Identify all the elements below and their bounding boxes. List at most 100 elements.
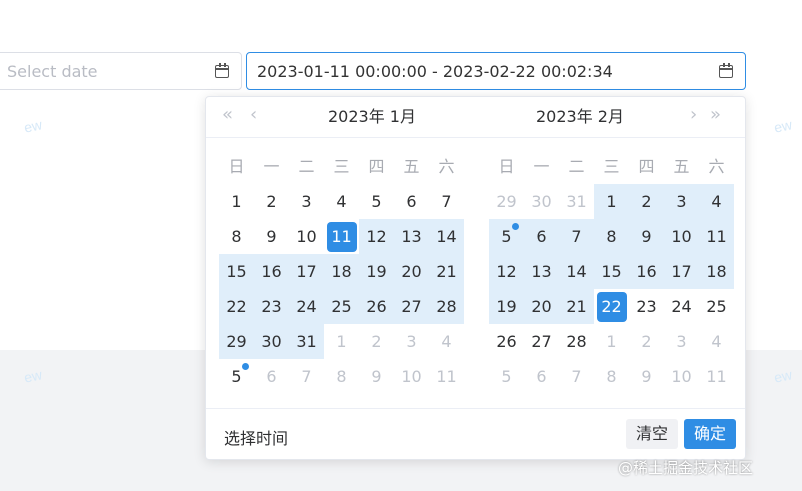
- day-cell[interactable]: 6: [524, 219, 559, 254]
- day-cell[interactable]: 27: [394, 289, 429, 324]
- day-cell[interactable]: 10: [664, 359, 699, 394]
- day-cell[interactable]: 6: [524, 359, 559, 394]
- day-cell[interactable]: 22: [219, 289, 254, 324]
- day-cell[interactable]: 10: [394, 359, 429, 394]
- credit-watermark: @稀土掘金技术社区: [618, 459, 754, 477]
- day-cell[interactable]: 11: [429, 359, 464, 394]
- day-cell[interactable]: 23: [254, 289, 289, 324]
- day-cell[interactable]: 16: [254, 254, 289, 289]
- confirm-button[interactable]: 确定: [684, 419, 736, 449]
- day-cell[interactable]: 29: [489, 184, 524, 219]
- day-cell[interactable]: 21: [559, 289, 594, 324]
- day-cell[interactable]: 3: [664, 324, 699, 359]
- day-cell[interactable]: 3: [394, 324, 429, 359]
- day-cell[interactable]: 3: [664, 184, 699, 219]
- day-cell[interactable]: 5: [219, 359, 254, 394]
- day-cell[interactable]: 1: [594, 184, 629, 219]
- day-cell[interactable]: 11: [699, 359, 734, 394]
- day-cell[interactable]: 11: [699, 219, 734, 254]
- day-cell[interactable]: 4: [324, 184, 359, 219]
- day-cell[interactable]: 18: [324, 254, 359, 289]
- day-cell[interactable]: 13: [394, 219, 429, 254]
- day-cell[interactable]: 20: [394, 254, 429, 289]
- day-cell[interactable]: 20: [524, 289, 559, 324]
- datetime-range-input[interactable]: 2023-01-11 00:00:00 - 2023-02-22 00:02:3…: [246, 52, 746, 90]
- day-cell[interactable]: 8: [594, 359, 629, 394]
- day-cell[interactable]: 30: [254, 324, 289, 359]
- day-cell[interactable]: 25: [324, 289, 359, 324]
- day-cell[interactable]: 31: [559, 184, 594, 219]
- day-cell[interactable]: 4: [699, 184, 734, 219]
- select-time-link[interactable]: 选择时间: [224, 425, 288, 449]
- day-cell[interactable]: 16: [629, 254, 664, 289]
- start-date-input[interactable]: Select date: [0, 52, 242, 90]
- day-cell[interactable]: 7: [289, 359, 324, 394]
- prev-month-button[interactable]: ‹: [250, 105, 257, 125]
- weekday-label: 日: [228, 157, 245, 176]
- day-number: 14: [566, 262, 587, 281]
- day-cell[interactable]: 2: [254, 184, 289, 219]
- day-cell[interactable]: 8: [219, 219, 254, 254]
- next-month-button[interactable]: ›: [690, 105, 697, 125]
- day-cell[interactable]: 6: [254, 359, 289, 394]
- day-cell[interactable]: 12: [359, 219, 394, 254]
- day-cell[interactable]: 2: [629, 184, 664, 219]
- day-cell[interactable]: 14: [559, 254, 594, 289]
- day-cell[interactable]: 13: [524, 254, 559, 289]
- day-number: 23: [636, 297, 657, 316]
- day-cell[interactable]: 10: [289, 219, 324, 254]
- day-cell[interactable]: 29: [219, 324, 254, 359]
- day-cell[interactable]: 19: [359, 254, 394, 289]
- day-cell[interactable]: 24: [289, 289, 324, 324]
- day-cell[interactable]: 15: [219, 254, 254, 289]
- day-cell[interactable]: 28: [559, 324, 594, 359]
- day-cell[interactable]: 25: [699, 289, 734, 324]
- day-cell[interactable]: 3: [289, 184, 324, 219]
- clear-button[interactable]: 清空: [626, 419, 678, 449]
- day-cell[interactable]: 5: [359, 184, 394, 219]
- day-cell[interactable]: 8: [594, 219, 629, 254]
- day-cell[interactable]: 9: [629, 219, 664, 254]
- day-cell[interactable]: 21: [429, 254, 464, 289]
- prev-year-button[interactable]: «: [222, 105, 233, 125]
- day-cell[interactable]: 1: [219, 184, 254, 219]
- day-cell[interactable]: 27: [524, 324, 559, 359]
- next-year-button[interactable]: »: [710, 105, 721, 125]
- day-cell[interactable]: 23: [629, 289, 664, 324]
- day-cell[interactable]: 15: [594, 254, 629, 289]
- calendar-icon[interactable]: [213, 62, 231, 80]
- day-cell[interactable]: 19: [489, 289, 524, 324]
- day-cell[interactable]: 28: [429, 289, 464, 324]
- day-cell[interactable]: 17: [664, 254, 699, 289]
- day-cell[interactable]: 17: [289, 254, 324, 289]
- selected-day-cell[interactable]: 11: [324, 219, 359, 254]
- day-cell[interactable]: 26: [489, 324, 524, 359]
- day-cell[interactable]: 18: [699, 254, 734, 289]
- day-cell[interactable]: 26: [359, 289, 394, 324]
- day-cell[interactable]: 14: [429, 219, 464, 254]
- day-number: 20: [531, 297, 552, 316]
- day-cell[interactable]: 4: [699, 324, 734, 359]
- selected-day-cell[interactable]: 22: [594, 289, 629, 324]
- day-cell[interactable]: 9: [359, 359, 394, 394]
- day-cell[interactable]: 5: [489, 359, 524, 394]
- day-cell[interactable]: 10: [664, 219, 699, 254]
- day-cell[interactable]: 2: [629, 324, 664, 359]
- day-cell[interactable]: 8: [324, 359, 359, 394]
- day-cell[interactable]: 9: [254, 219, 289, 254]
- day-cell[interactable]: 1: [324, 324, 359, 359]
- day-cell[interactable]: 4: [429, 324, 464, 359]
- day-cell[interactable]: 12: [489, 254, 524, 289]
- day-cell[interactable]: 7: [559, 219, 594, 254]
- day-cell[interactable]: 7: [429, 184, 464, 219]
- calendar-icon[interactable]: [717, 62, 735, 80]
- day-cell[interactable]: 30: [524, 184, 559, 219]
- day-cell[interactable]: 7: [559, 359, 594, 394]
- day-cell[interactable]: 31: [289, 324, 324, 359]
- day-cell[interactable]: 1: [594, 324, 629, 359]
- day-cell[interactable]: 2: [359, 324, 394, 359]
- day-cell[interactable]: 6: [394, 184, 429, 219]
- day-cell[interactable]: 24: [664, 289, 699, 324]
- day-cell[interactable]: 5: [489, 219, 524, 254]
- day-cell[interactable]: 9: [629, 359, 664, 394]
